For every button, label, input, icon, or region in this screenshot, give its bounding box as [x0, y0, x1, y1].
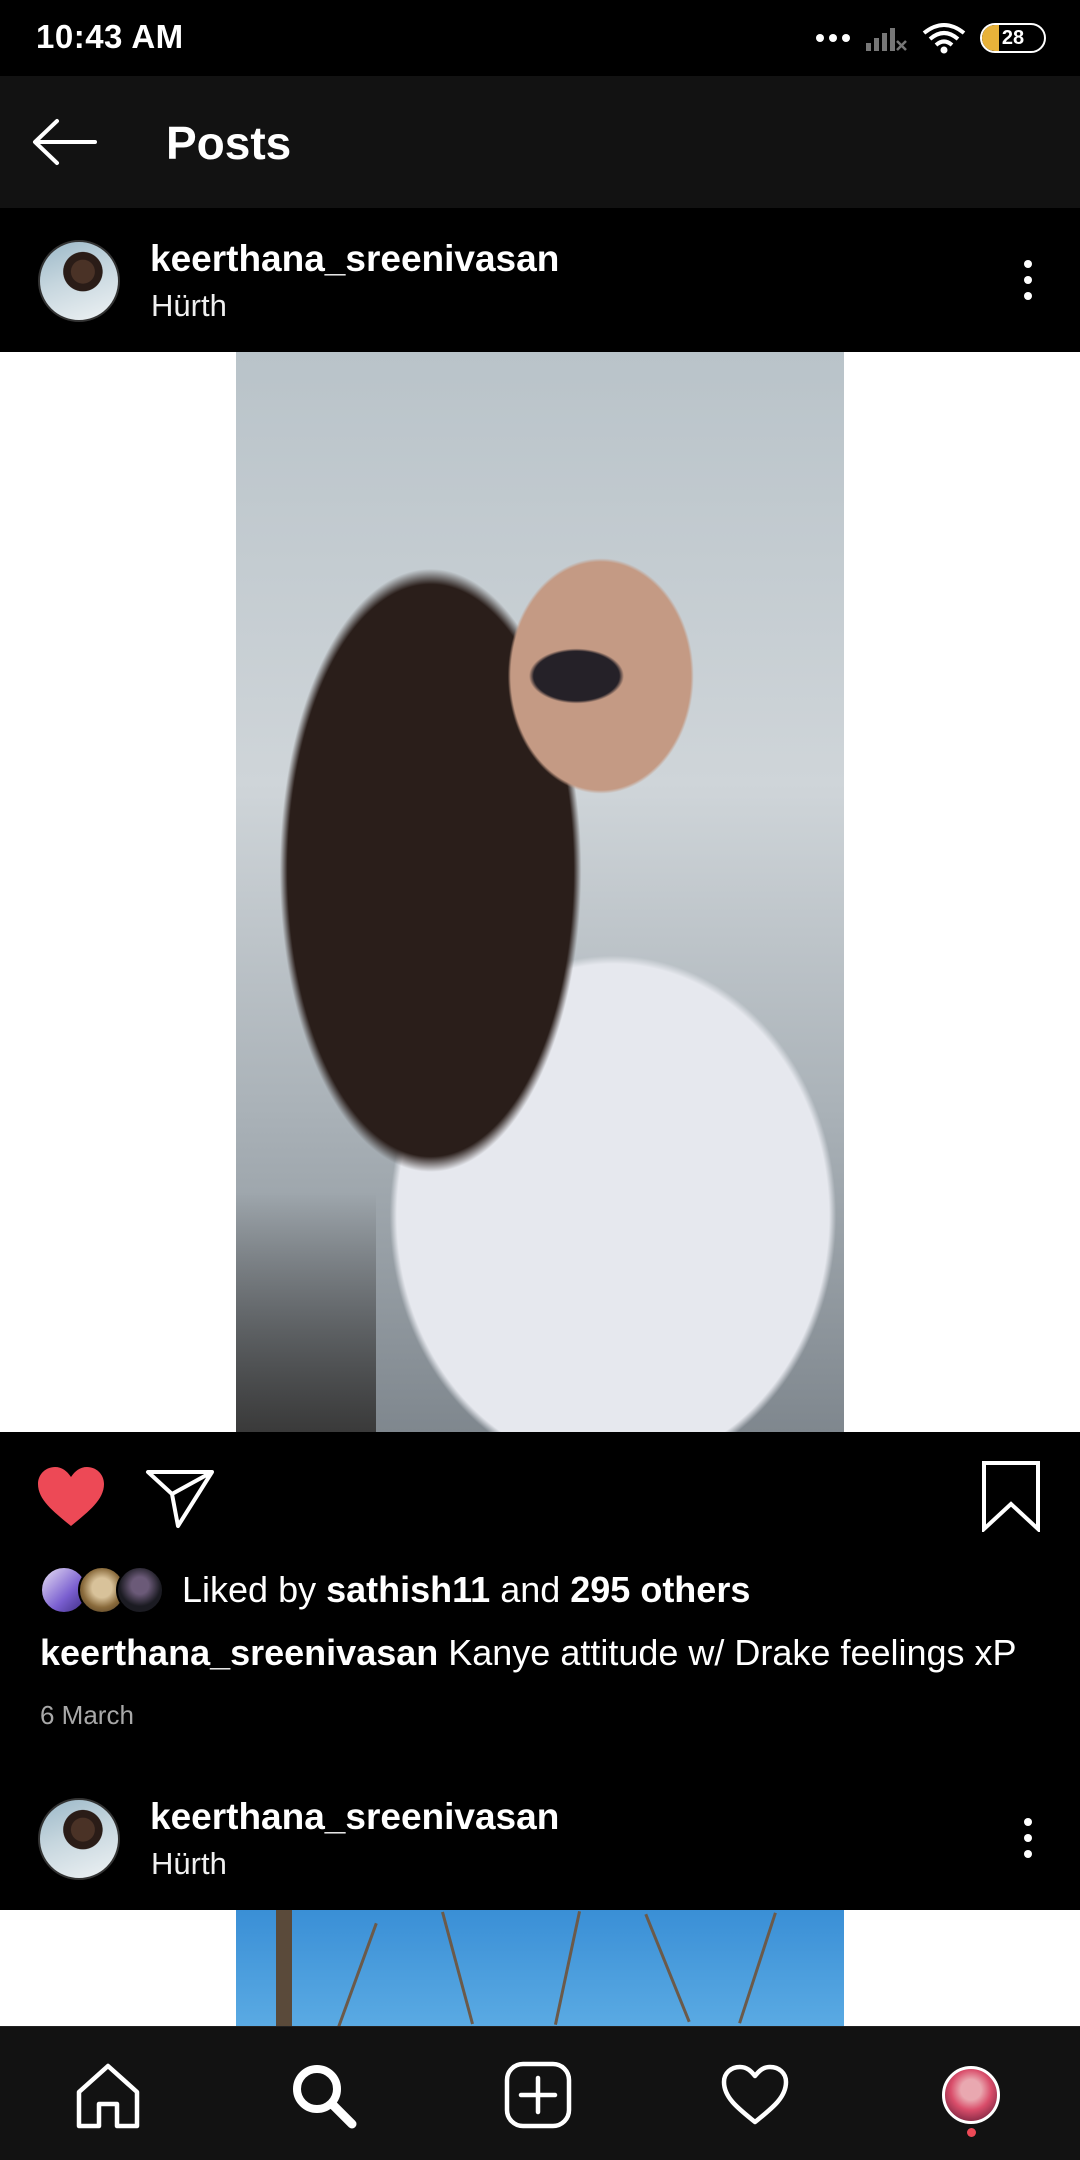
nav-search[interactable]: [283, 2055, 363, 2135]
caption-username[interactable]: keerthana_sreenivasan: [40, 1632, 438, 1673]
notification-dots-icon: [816, 34, 850, 42]
avatar[interactable]: [38, 1798, 120, 1880]
nav-home[interactable]: [68, 2055, 148, 2135]
tree-branch: [337, 1922, 378, 2026]
post-location[interactable]: Hürth: [151, 1846, 227, 1882]
heart-icon: [721, 2064, 789, 2125]
tree-trunk: [276, 1910, 292, 2026]
post-username[interactable]: keerthana_sreenivasan: [150, 238, 559, 280]
page-title: Posts: [166, 117, 292, 169]
avatar: [116, 1566, 164, 1614]
avatar[interactable]: [38, 240, 120, 322]
avatar: [942, 2066, 1000, 2124]
search-icon: [293, 2065, 357, 2129]
more-vertical-icon: [1024, 260, 1032, 268]
liker-username[interactable]: sathish11: [326, 1569, 490, 1610]
post-photo: [236, 352, 844, 1432]
likes-text[interactable]: Liked by sathish11 and 295 others: [182, 1569, 750, 1611]
more-vertical-icon: [1024, 1818, 1032, 1826]
likes-mid: and: [490, 1569, 571, 1610]
likes-prefix: Liked by: [182, 1569, 327, 1610]
bookmark-icon: [982, 1461, 1040, 1534]
tree-branch: [644, 1913, 691, 2023]
signal-icon: [866, 28, 907, 51]
paper-plane-icon: [146, 1470, 214, 1528]
post-username[interactable]: keerthana_sreenivasan: [150, 1796, 559, 1838]
post-photo: [236, 1910, 844, 2026]
wifi-icon: [922, 23, 966, 54]
nav-activity[interactable]: [715, 2055, 795, 2135]
tree-branch: [553, 1910, 582, 2026]
status-time: 10:43 AM: [36, 18, 184, 55]
post-header: keerthana_sreenivasan Hürth: [0, 208, 1080, 352]
caption-text: Kanye attitude w/ Drake feelings xP: [438, 1632, 1017, 1673]
more-options-button[interactable]: [1004, 246, 1052, 314]
battery-icon: 28: [980, 23, 1046, 53]
bottom-nav: [0, 2026, 1080, 2160]
post-header: keerthana_sreenivasan Hürth: [0, 1766, 1080, 1910]
post-date: 6 March: [40, 1700, 134, 1730]
nav-new-post[interactable]: [498, 2055, 578, 2135]
more-options-button[interactable]: [1004, 1804, 1052, 1872]
likes-count[interactable]: 295 others: [570, 1569, 750, 1610]
status-bar: 10:43 AM 28: [0, 0, 1080, 76]
home-icon: [76, 2063, 140, 2129]
arrow-left-icon: [33, 119, 97, 165]
heart-filled-icon: [38, 1467, 104, 1526]
liker-avatars: [40, 1566, 164, 1614]
like-button[interactable]: [34, 1464, 108, 1530]
likes-row[interactable]: Liked by sathish11 and 295 others: [40, 1562, 750, 1618]
post-actions: [0, 1432, 1080, 1562]
nav-profile[interactable]: [931, 2055, 1011, 2135]
notification-dot: [967, 2128, 976, 2137]
save-button[interactable]: [980, 1460, 1042, 1534]
back-button[interactable]: [28, 112, 100, 172]
post-image[interactable]: [0, 1910, 1080, 2026]
share-button[interactable]: [144, 1464, 218, 1530]
post-image[interactable]: [0, 352, 1080, 1432]
app-header: Posts: [0, 76, 1080, 208]
status-icons: 28: [816, 20, 1046, 56]
add-square-icon: [504, 2061, 572, 2129]
post-location[interactable]: Hürth: [151, 288, 227, 324]
tree-branch: [738, 1912, 777, 2024]
tree-branch: [441, 1911, 474, 2025]
photo-shade: [236, 1192, 376, 1432]
battery-level: 28: [1001, 27, 1025, 49]
post-caption: keerthana_sreenivasan Kanye attitude w/ …: [40, 1632, 1017, 1674]
